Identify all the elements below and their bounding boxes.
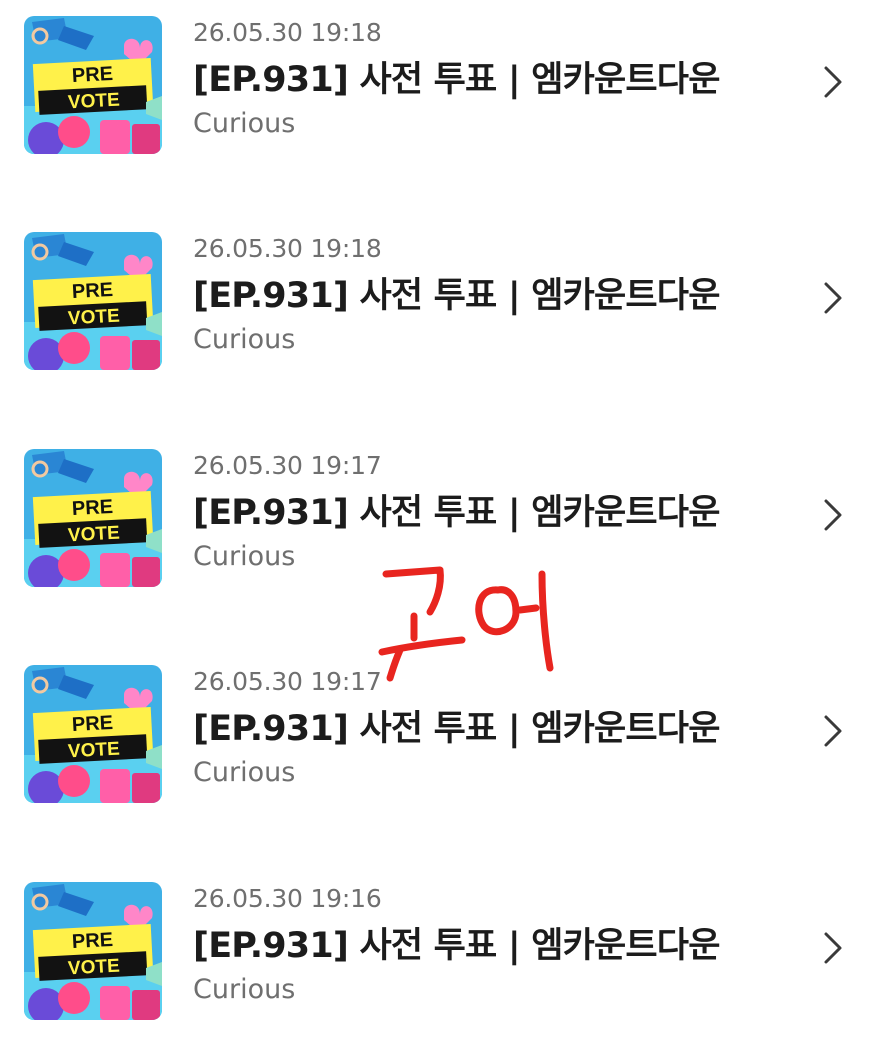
item-title: [EP.931] 사전 투표 | 엠카운트다운 xyxy=(193,276,720,316)
thumb-text-vote: VOTE xyxy=(67,956,120,980)
pre-vote-thumbnail: PRE VOTE xyxy=(24,232,162,370)
chevron-right-icon[interactable] xyxy=(818,62,848,102)
vote-history-list: PRE VOTE 26.05.30 19:18 [EP.931] 사전 투표 |… xyxy=(0,0,892,1051)
chevron-right-icon[interactable] xyxy=(818,711,848,751)
thumb-text-pre: PRE xyxy=(71,712,113,736)
item-date: 26.05.30 19:16 xyxy=(193,884,382,913)
thumb-text-vote: VOTE xyxy=(67,739,120,763)
item-subtitle: Curious xyxy=(193,324,296,355)
item-subtitle: Curious xyxy=(193,108,296,139)
chevron-right-icon[interactable] xyxy=(818,928,848,968)
item-title: [EP.931] 사전 투표 | 엠카운트다운 xyxy=(193,926,720,966)
item-title: [EP.931] 사전 투표 | 엠카운트다운 xyxy=(193,709,720,749)
pre-vote-thumbnail: PRE VOTE xyxy=(24,449,162,587)
list-item[interactable]: PRE VOTE 26.05.30 19:18 [EP.931] 사전 투표 |… xyxy=(0,0,892,170)
thumb-text-pre: PRE xyxy=(71,496,113,520)
list-item[interactable]: PRE VOTE 26.05.30 19:17 [EP.931] 사전 투표 |… xyxy=(0,649,892,819)
item-date: 26.05.30 19:18 xyxy=(193,234,382,263)
thumb-text-vote: VOTE xyxy=(67,306,120,330)
pre-vote-thumbnail: PRE VOTE xyxy=(24,882,162,1020)
chevron-right-icon[interactable] xyxy=(818,278,848,318)
thumb-text-pre: PRE xyxy=(71,63,113,87)
item-subtitle: Curious xyxy=(193,541,296,572)
item-subtitle: Curious xyxy=(193,974,296,1005)
thumb-text-pre: PRE xyxy=(71,929,113,953)
thumb-text-vote: VOTE xyxy=(67,523,120,547)
pre-vote-thumbnail: PRE VOTE xyxy=(24,16,162,154)
pre-vote-thumbnail: PRE VOTE xyxy=(24,665,162,803)
item-date: 26.05.30 19:17 xyxy=(193,667,382,696)
item-date: 26.05.30 19:17 xyxy=(193,451,382,480)
item-title: [EP.931] 사전 투표 | 엠카운트다운 xyxy=(193,60,720,100)
thumb-text-pre: PRE xyxy=(71,279,113,303)
list-item[interactable]: PRE VOTE 26.05.30 19:17 [EP.931] 사전 투표 |… xyxy=(0,433,892,603)
list-item[interactable]: PRE VOTE 26.05.30 19:18 [EP.931] 사전 투표 |… xyxy=(0,216,892,386)
chevron-right-icon[interactable] xyxy=(818,495,848,535)
item-title: [EP.931] 사전 투표 | 엠카운트다운 xyxy=(193,493,720,533)
thumb-text-vote: VOTE xyxy=(67,90,120,114)
item-subtitle: Curious xyxy=(193,757,296,788)
item-date: 26.05.30 19:18 xyxy=(193,18,382,47)
list-item[interactable]: PRE VOTE 26.05.30 19:16 [EP.931] 사전 투표 |… xyxy=(0,866,892,1036)
